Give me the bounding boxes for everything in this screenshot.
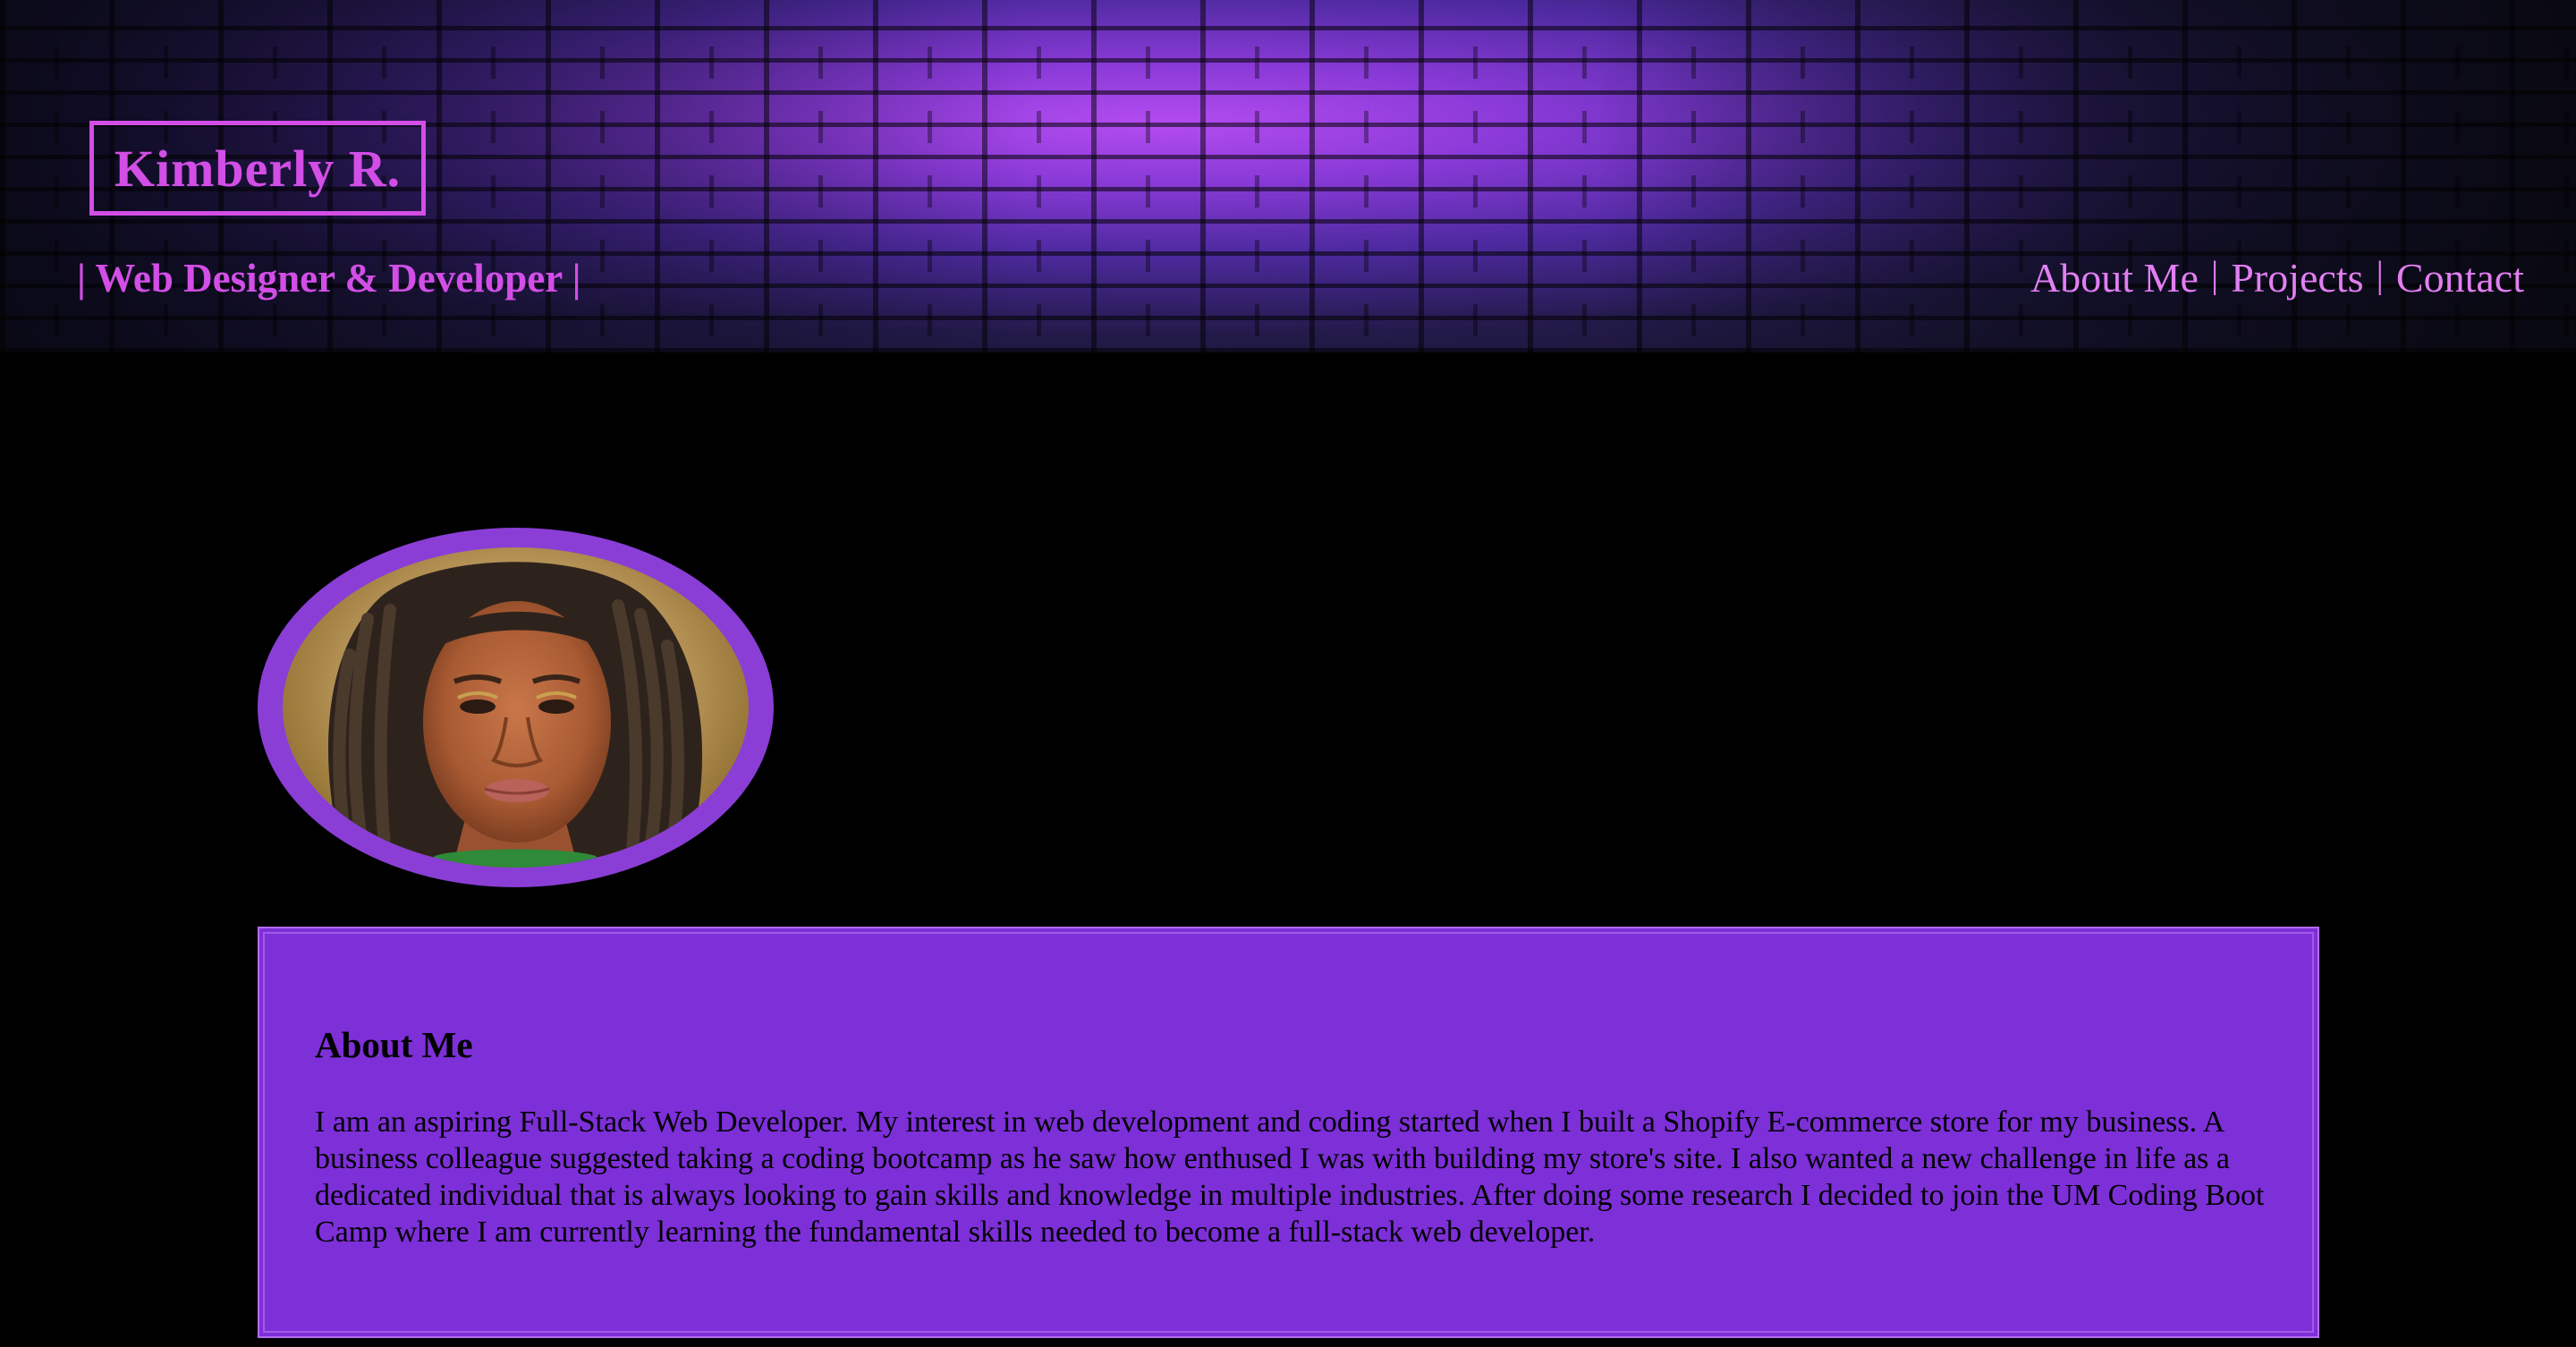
logo[interactable]: Kimberly R.: [89, 121, 426, 216]
nav-link-contact[interactable]: Contact: [2396, 254, 2524, 301]
profile-photo-frame: [258, 528, 774, 887]
nav-separator: |: [2210, 254, 2219, 296]
main-nav: About Me | Projects | Contact: [2030, 254, 2524, 301]
nav-link-about-me[interactable]: About Me: [2030, 254, 2199, 301]
about-me-body: I am an aspiring Full-Stack Web Develope…: [315, 1106, 2265, 1249]
tagline: | Web Designer & Developer |: [77, 256, 581, 301]
nav-separator: |: [2376, 254, 2384, 296]
about-me-card: About Me I am an aspiring Full-Stack Web…: [258, 927, 2319, 1338]
portrait-illustration: [327, 562, 703, 868]
about-me-heading: About Me: [315, 1024, 473, 1065]
site-header: Kimberly R. | Web Designer & Developer |…: [0, 0, 2576, 352]
profile-photo: [283, 547, 749, 868]
logo-text: Kimberly R.: [114, 139, 402, 198]
nav-link-projects[interactable]: Projects: [2231, 254, 2363, 301]
